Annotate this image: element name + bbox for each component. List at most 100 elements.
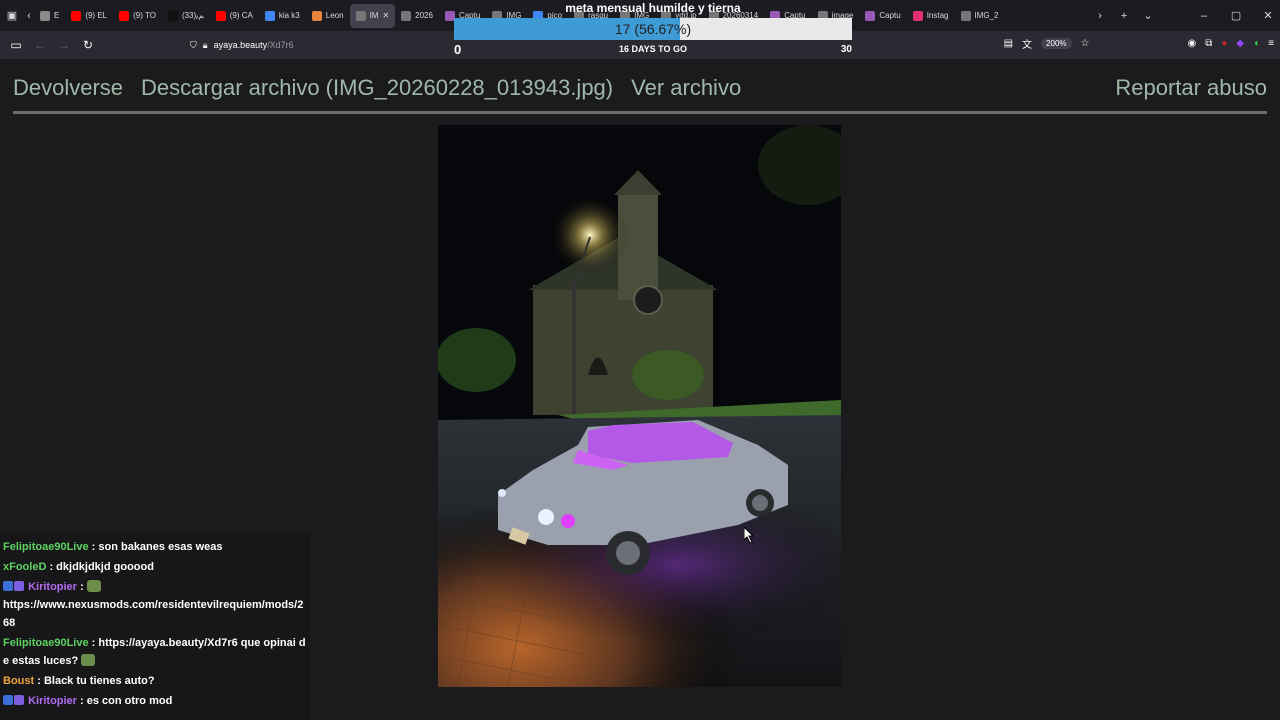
url-bar[interactable]: ⛉ 🔒︎ ayaya.beauty/Xd7r6 xyxy=(190,40,294,51)
chat-text: : son bakanes esas weas xyxy=(88,541,223,553)
browser-tab[interactable]: IMG_2 xyxy=(955,4,1005,28)
chat-message: Felipitoae90Live : https://ayaya.beauty/… xyxy=(3,634,307,670)
browser-tab[interactable]: ﻢﯾ(33) xyxy=(162,4,210,28)
goal-days-left: 16 DAYS TO GO xyxy=(618,44,688,54)
shield-icon[interactable]: ⛉ xyxy=(190,40,197,51)
tab-favicon-icon xyxy=(39,10,50,21)
chat-username: xFooleD xyxy=(3,561,47,573)
tab-label: ﻢﯾ(33) xyxy=(181,11,204,20)
browser-tab[interactable]: (9) CA xyxy=(210,4,259,28)
chat-username: Felipitoae90Live xyxy=(3,541,89,553)
tab-label: (9) TO xyxy=(133,11,156,20)
maximize-icon[interactable]: ▢ xyxy=(1224,9,1248,22)
ublock-icon[interactable]: ● xyxy=(1221,38,1227,49)
goal-value: 17 (56.67%) xyxy=(614,21,692,37)
chat-text-link[interactable]: https://www.nexusmods.com/residentevilre… xyxy=(3,596,307,632)
tab-favicon-icon xyxy=(71,10,82,21)
translate-icon[interactable]: 文 xyxy=(1022,36,1032,51)
chat-message: Boust : Black tu tienes auto? xyxy=(3,672,307,690)
new-tab-icon[interactable]: + xyxy=(1112,10,1136,22)
chat-username: Boust xyxy=(3,675,35,687)
account-icon[interactable]: ◉ xyxy=(1187,38,1196,49)
tab-favicon-icon xyxy=(119,10,130,21)
tab-label: kia k3 xyxy=(278,11,300,20)
tab-list-icon[interactable]: ▣ xyxy=(0,9,24,22)
sidebar-icon[interactable]: ▭ xyxy=(4,38,28,52)
goal-progress-bar: 17 (56.67%) xyxy=(454,18,852,40)
browser-tab[interactable]: E xyxy=(34,4,65,28)
chat-message: Felipitoae90Live : son bakanes esas weas xyxy=(3,538,307,556)
chat-username: Felipitoae90Live xyxy=(3,637,89,649)
chat-badge-icon xyxy=(14,695,24,705)
tab-label: E xyxy=(53,11,60,20)
tab-label: IM xyxy=(369,11,379,20)
url-host: ayaya.beauty xyxy=(213,40,268,50)
toolbar-right: ▤ 文 200% ☆ ◉ ⧉ ● ◆ ◖ ≡ xyxy=(1004,36,1274,51)
browser-tab[interactable]: Leon xyxy=(306,4,350,28)
chat-emote-icon xyxy=(86,580,101,592)
browser-tab[interactable]: (9) EL xyxy=(65,4,113,28)
browser-tab[interactable]: (9) TO xyxy=(113,4,162,28)
browser-tab[interactable]: Captu xyxy=(859,4,906,28)
zoom-level[interactable]: 200% xyxy=(1041,38,1072,49)
browser-tab[interactable]: Instag xyxy=(907,4,955,28)
download-link[interactable]: Descargar archivo (IMG_20260228_013943.j… xyxy=(141,75,613,101)
tab-favicon-icon xyxy=(912,10,923,21)
back-icon[interactable]: ← xyxy=(28,38,52,52)
chat-badge-icon xyxy=(3,581,13,591)
mouse-cursor-icon xyxy=(744,527,754,543)
close-tab-icon[interactable]: ✕ xyxy=(382,11,389,20)
chat-badge-icon xyxy=(3,695,13,705)
forward-icon[interactable]: → xyxy=(52,38,76,52)
reload-icon[interactable]: ↻ xyxy=(76,38,100,52)
minimize-icon[interactable]: – xyxy=(1192,10,1216,22)
report-abuse-link[interactable]: Reportar abuso xyxy=(1115,75,1267,101)
browser-tab[interactable]: kia k3 xyxy=(259,4,306,28)
browser-tab[interactable]: IM ✕ xyxy=(349,3,396,28)
chat-message: xFooleD : dkjdkjdkjd gooood xyxy=(3,558,307,576)
tab-favicon-icon xyxy=(865,10,876,21)
scroll-tabs-right-icon[interactable]: › xyxy=(1088,10,1112,22)
chat-text: : dkjdkjdkjd gooood xyxy=(46,561,154,573)
close-window-icon[interactable]: ✕ xyxy=(1256,9,1280,22)
tab-label: Instag xyxy=(926,11,949,20)
tab-label: Captu xyxy=(879,11,901,20)
chat-message: Kiritopier : https://www.nexusmods.com/r… xyxy=(3,578,307,632)
view-file-link[interactable]: Ver archivo xyxy=(631,75,741,101)
tab-label: IMG_2 xyxy=(974,11,999,20)
file-menu: Devolverse Descargar archivo (IMG_202602… xyxy=(13,75,741,101)
tab-favicon-icon xyxy=(401,10,412,21)
chat-username: Kiritopier xyxy=(28,695,77,707)
twitch-extension-icon[interactable]: ◆ xyxy=(1236,38,1244,49)
tab-favicon-icon xyxy=(355,10,366,21)
tab-overflow-icon[interactable]: ⌄ xyxy=(1136,9,1160,22)
audio-extension-icon[interactable]: ◖ xyxy=(1253,38,1259,49)
uploaded-photo[interactable] xyxy=(438,125,841,687)
extensions-icon[interactable]: ⧉ xyxy=(1205,38,1212,49)
back-link[interactable]: Devolverse xyxy=(13,75,123,101)
tab-label: Leon xyxy=(325,11,344,20)
browser-tab[interactable]: 2026 xyxy=(395,4,439,28)
tab-favicon-icon xyxy=(264,10,275,21)
chat-text: : xyxy=(76,581,87,593)
scroll-tabs-left-icon[interactable]: ‹ xyxy=(24,10,34,22)
tab-favicon-icon xyxy=(215,10,226,21)
app-menu-icon[interactable]: ≡ xyxy=(1268,38,1274,49)
goal-max: 30 xyxy=(840,44,852,55)
lock-icon[interactable]: 🔒︎ xyxy=(203,40,208,51)
chat-text: : Black tu tienes auto? xyxy=(34,675,155,687)
chat-badge-icon xyxy=(14,581,24,591)
chat-username: Kiritopier xyxy=(28,581,77,593)
bookmark-star-icon[interactable]: ☆ xyxy=(1081,38,1090,49)
tab-favicon-icon xyxy=(311,10,322,21)
stream-chat-overlay: Felipitoae90Live : son bakanes esas weas… xyxy=(0,532,310,720)
chat-text: : es con otro mod xyxy=(76,695,173,707)
car-night-photo xyxy=(438,125,841,687)
chat-message: Kiritopier : es con otro mod xyxy=(3,692,307,710)
goal-title: meta mensual humilde y tierna xyxy=(565,1,741,15)
tab-label: (9) CA xyxy=(229,11,253,20)
tab-label: 2026 xyxy=(415,11,433,20)
tab-favicon-icon xyxy=(167,10,178,21)
reader-view-icon[interactable]: ▤ xyxy=(1004,38,1013,49)
url-path: /Xd7r6 xyxy=(267,40,294,50)
